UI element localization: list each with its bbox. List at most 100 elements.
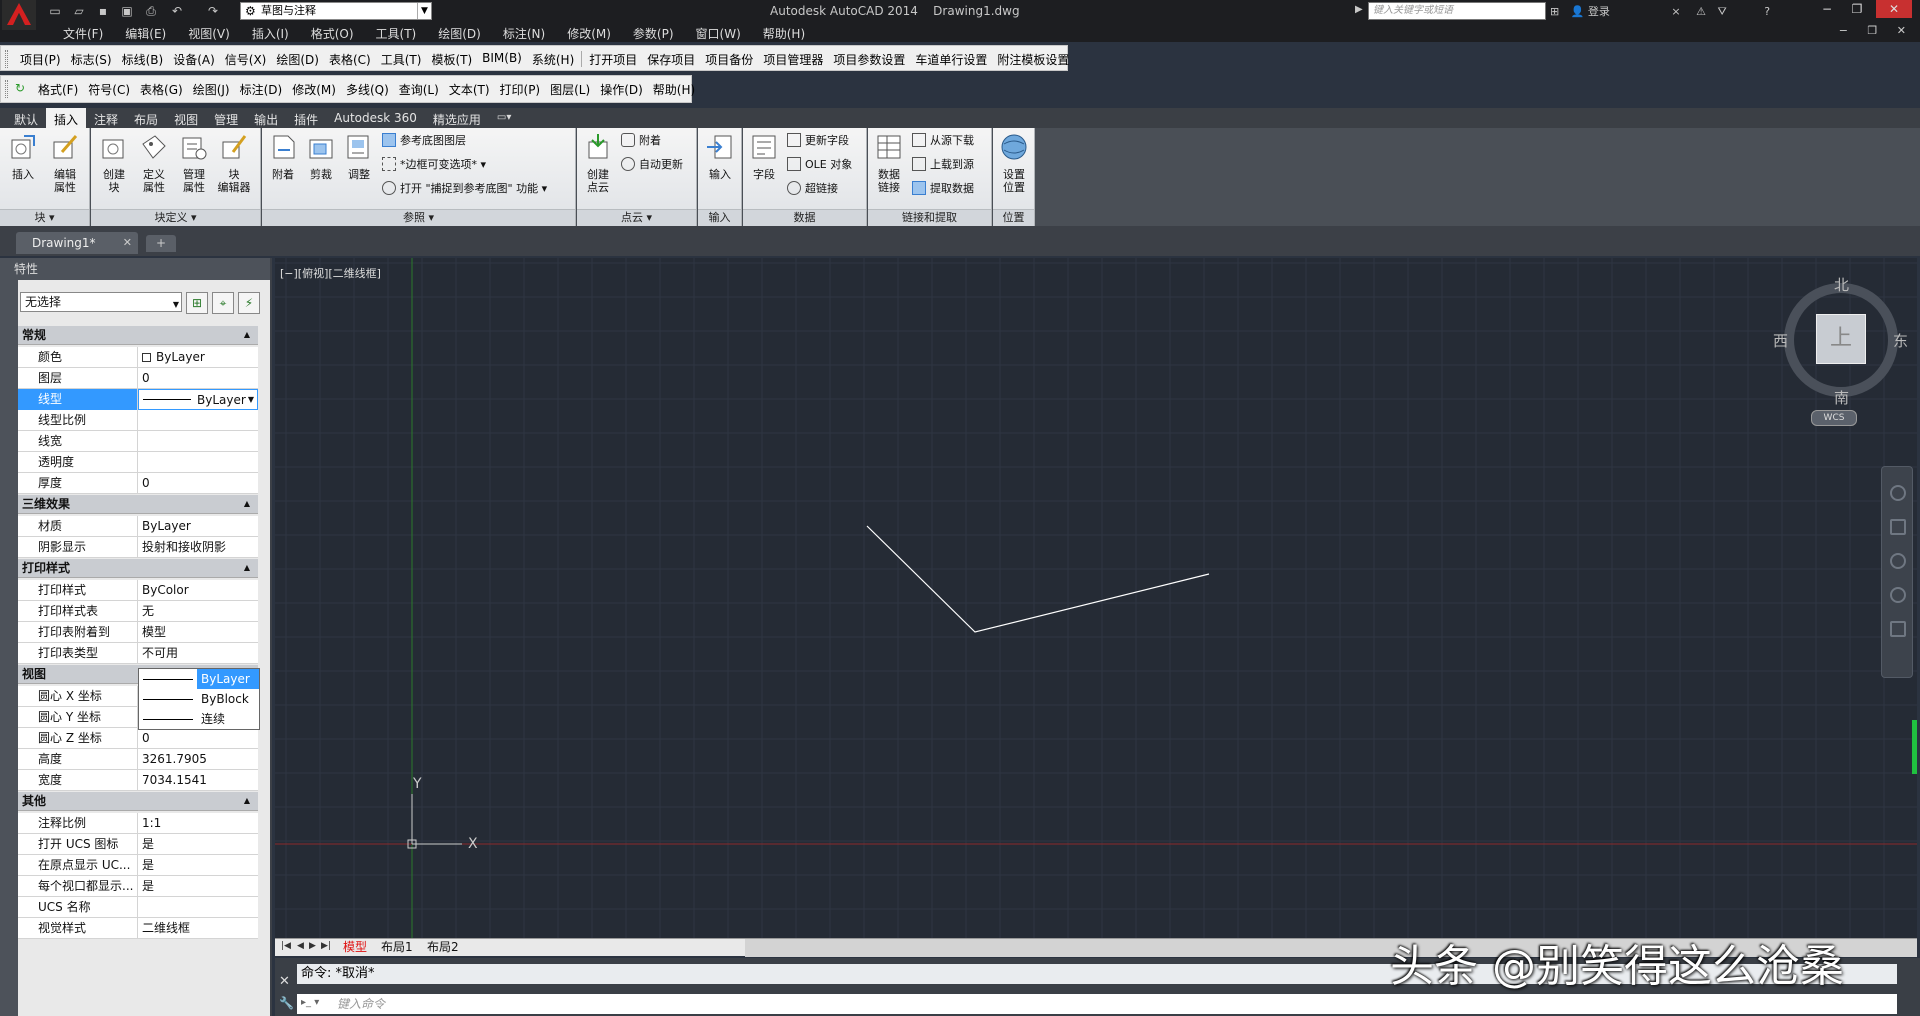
viewcube[interactable]: 北 南 西 东 上 WCS — [1773, 274, 1913, 434]
ribbon-tab[interactable]: 布局 — [126, 108, 166, 128]
wrench-icon[interactable]: 🔧 — [279, 996, 294, 1010]
toolbar-item[interactable]: 查询(L) — [394, 81, 444, 98]
property-row[interactable]: 透明度 — [18, 452, 258, 473]
property-row[interactable]: 阴影显示 投射和接收阴影 — [18, 537, 258, 558]
toolbar-item[interactable]: 多线(Q) — [341, 81, 394, 98]
property-row[interactable]: 宽度 7034.1541 — [18, 770, 258, 791]
sidebar-handle[interactable] — [1912, 720, 1917, 774]
property-value[interactable]: 二维线框 — [138, 918, 258, 939]
create-block-button[interactable]: 创建 块 — [95, 132, 133, 194]
toolbar-item[interactable]: 格式(F) — [33, 81, 83, 98]
property-row[interactable]: 图层 0 — [18, 368, 258, 389]
viewcube-south[interactable]: 南 — [1834, 387, 1849, 408]
category-misc[interactable]: 其他 ▲ — [18, 792, 258, 811]
property-row[interactable]: 线型比例 — [18, 410, 258, 431]
ribbon-tab[interactable]: 输出 — [246, 108, 286, 128]
minimize-button[interactable]: − — [1814, 0, 1840, 18]
property-value[interactable]: 是 — [138, 855, 258, 876]
ribbon-tab[interactable]: 插入 — [46, 108, 87, 128]
document-window-controls[interactable]: − ❐ ✕ — [1839, 24, 1914, 37]
orbit-icon[interactable] — [1890, 587, 1906, 603]
property-value[interactable]: 投射和接收阴影 — [138, 537, 258, 558]
snap-underlay-dropdown[interactable]: 打开 "捕捉到参考底图" 功能 ▾ — [382, 180, 547, 198]
attach-button[interactable]: 附着 — [264, 132, 302, 181]
save-as-icon[interactable]: ▣ — [120, 4, 134, 18]
property-value[interactable]: 不可用 — [138, 643, 258, 664]
properties-title-bar[interactable]: 特性 — [0, 258, 270, 280]
extract-data-button[interactable]: 提取数据 — [912, 180, 974, 198]
close-button[interactable]: ✕ — [1876, 0, 1912, 18]
steering-wheel-icon[interactable] — [1890, 485, 1906, 501]
menu-item[interactable]: 修改(M) — [556, 25, 622, 42]
linetype-option[interactable]: ByBlock — [139, 689, 259, 709]
viewport-controls[interactable]: [−][俯视][二维线框] — [280, 265, 381, 281]
ribbon-tab[interactable]: 注释 — [86, 108, 126, 128]
prev-layout-icon[interactable]: ◀ — [297, 941, 304, 951]
property-row[interactable]: 厚度 0 — [18, 473, 258, 494]
data-link-button[interactable]: 数据 链接 — [870, 132, 908, 194]
field-button[interactable]: 字段 — [745, 132, 783, 181]
file-tab-drawing1[interactable]: Drawing1* ✕ — [16, 232, 138, 254]
menu-item[interactable]: 帮助(H) — [752, 25, 816, 42]
property-row[interactable]: 注释比例 1:1 — [18, 813, 258, 834]
toolbar-item[interactable]: 符号(C) — [83, 81, 135, 98]
open-icon[interactable]: ▱ — [72, 4, 86, 18]
menu-item[interactable]: 格式(O) — [300, 25, 365, 42]
ole-object-button[interactable]: OLE 对象 — [787, 156, 852, 174]
property-value[interactable]: 0 — [138, 368, 258, 389]
wcs-menu-button[interactable]: WCS — [1811, 410, 1857, 426]
ribbon-tab[interactable]: 精选应用 — [425, 108, 489, 128]
property-row[interactable]: 颜色 ByLayer — [18, 347, 258, 368]
property-row[interactable]: 打印样式 ByColor — [18, 580, 258, 601]
clip-button[interactable]: 剪裁 — [302, 132, 340, 181]
panel-title-block-definition[interactable]: 块定义 ▾ — [91, 209, 260, 226]
toolbar-item[interactable]: 标注(D) — [235, 81, 288, 98]
ribbon-tab[interactable]: 插件 — [286, 108, 326, 128]
toolbar-item[interactable]: 标志(S) — [66, 51, 117, 68]
toolbar-item[interactable]: 项目参数设置 — [828, 51, 910, 68]
toolbar-item[interactable]: 工具(T) — [376, 51, 427, 68]
toolbar-item[interactable]: 帮助(H) — [648, 81, 700, 98]
toolbar-item[interactable]: 打开项目 — [584, 51, 642, 68]
toolbar-item[interactable]: 表格(C) — [324, 51, 376, 68]
auto-update-button[interactable]: 自动更新 — [621, 156, 683, 174]
showmotion-icon[interactable] — [1890, 621, 1906, 637]
property-row[interactable]: 打印表类型 不可用 — [18, 643, 258, 664]
expand-search-icon[interactable]: ▶ — [1355, 4, 1363, 15]
menu-item[interactable]: 视图(V) — [177, 25, 241, 42]
application-menu-button[interactable] — [2, 0, 36, 30]
menu-item[interactable]: 绘图(D) — [427, 25, 492, 42]
property-value[interactable]: 无 — [138, 601, 258, 622]
property-row[interactable]: 打印表附着到 模型 — [18, 622, 258, 643]
viewcube-top-face[interactable]: 上 — [1816, 314, 1866, 364]
create-point-cloud-button[interactable]: 创建 点云 — [579, 132, 617, 194]
search-input[interactable]: 键入关键字或短语 — [1368, 2, 1546, 20]
panel-title-point-cloud[interactable]: 点云 ▾ — [577, 209, 696, 226]
toolbar-grip[interactable] — [5, 80, 8, 98]
menu-item[interactable]: 窗口(W) — [685, 25, 752, 42]
property-row[interactable]: 圆心 Z 坐标 0 — [18, 728, 258, 749]
chevron-down-icon[interactable]: ▼ — [248, 390, 254, 409]
edit-attribute-button[interactable]: 编辑 属性 — [46, 132, 84, 194]
toolbar-item[interactable]: 绘图(J) — [188, 81, 235, 98]
command-input[interactable]: 键入命令 — [297, 994, 1897, 1014]
property-value[interactable]: 是 — [138, 876, 258, 897]
save-icon[interactable]: ▪ — [96, 4, 110, 18]
new-drawing-tab-button[interactable]: + — [146, 235, 176, 252]
viewcube-west[interactable]: 西 — [1773, 330, 1788, 351]
property-value[interactable]: ByLayer ▼ — [138, 389, 258, 410]
toolbar-item[interactable]: 设备(A) — [168, 51, 220, 68]
close-icon[interactable]: ✕ — [123, 232, 132, 254]
toolbar-item[interactable]: 信号(X) — [220, 51, 272, 68]
print-icon[interactable]: ⎙ — [144, 4, 158, 18]
property-row[interactable]: 打印样式表无 — [18, 601, 258, 622]
property-value[interactable]: 是 — [138, 834, 258, 855]
redo-icon[interactable]: ↷ — [206, 4, 220, 18]
toolbar-item[interactable]: 项目备份 — [700, 51, 758, 68]
first-layout-icon[interactable]: |◀ — [281, 941, 291, 951]
command-prompt-icon[interactable]: ▸_ ▾ — [301, 997, 331, 1011]
toolbar-item[interactable]: 表格(G) — [135, 81, 188, 98]
toolbar-item[interactable]: 绘图(D) — [271, 51, 324, 68]
undo-icon[interactable]: ↶ — [170, 4, 184, 18]
zoom-icon[interactable] — [1890, 553, 1906, 569]
